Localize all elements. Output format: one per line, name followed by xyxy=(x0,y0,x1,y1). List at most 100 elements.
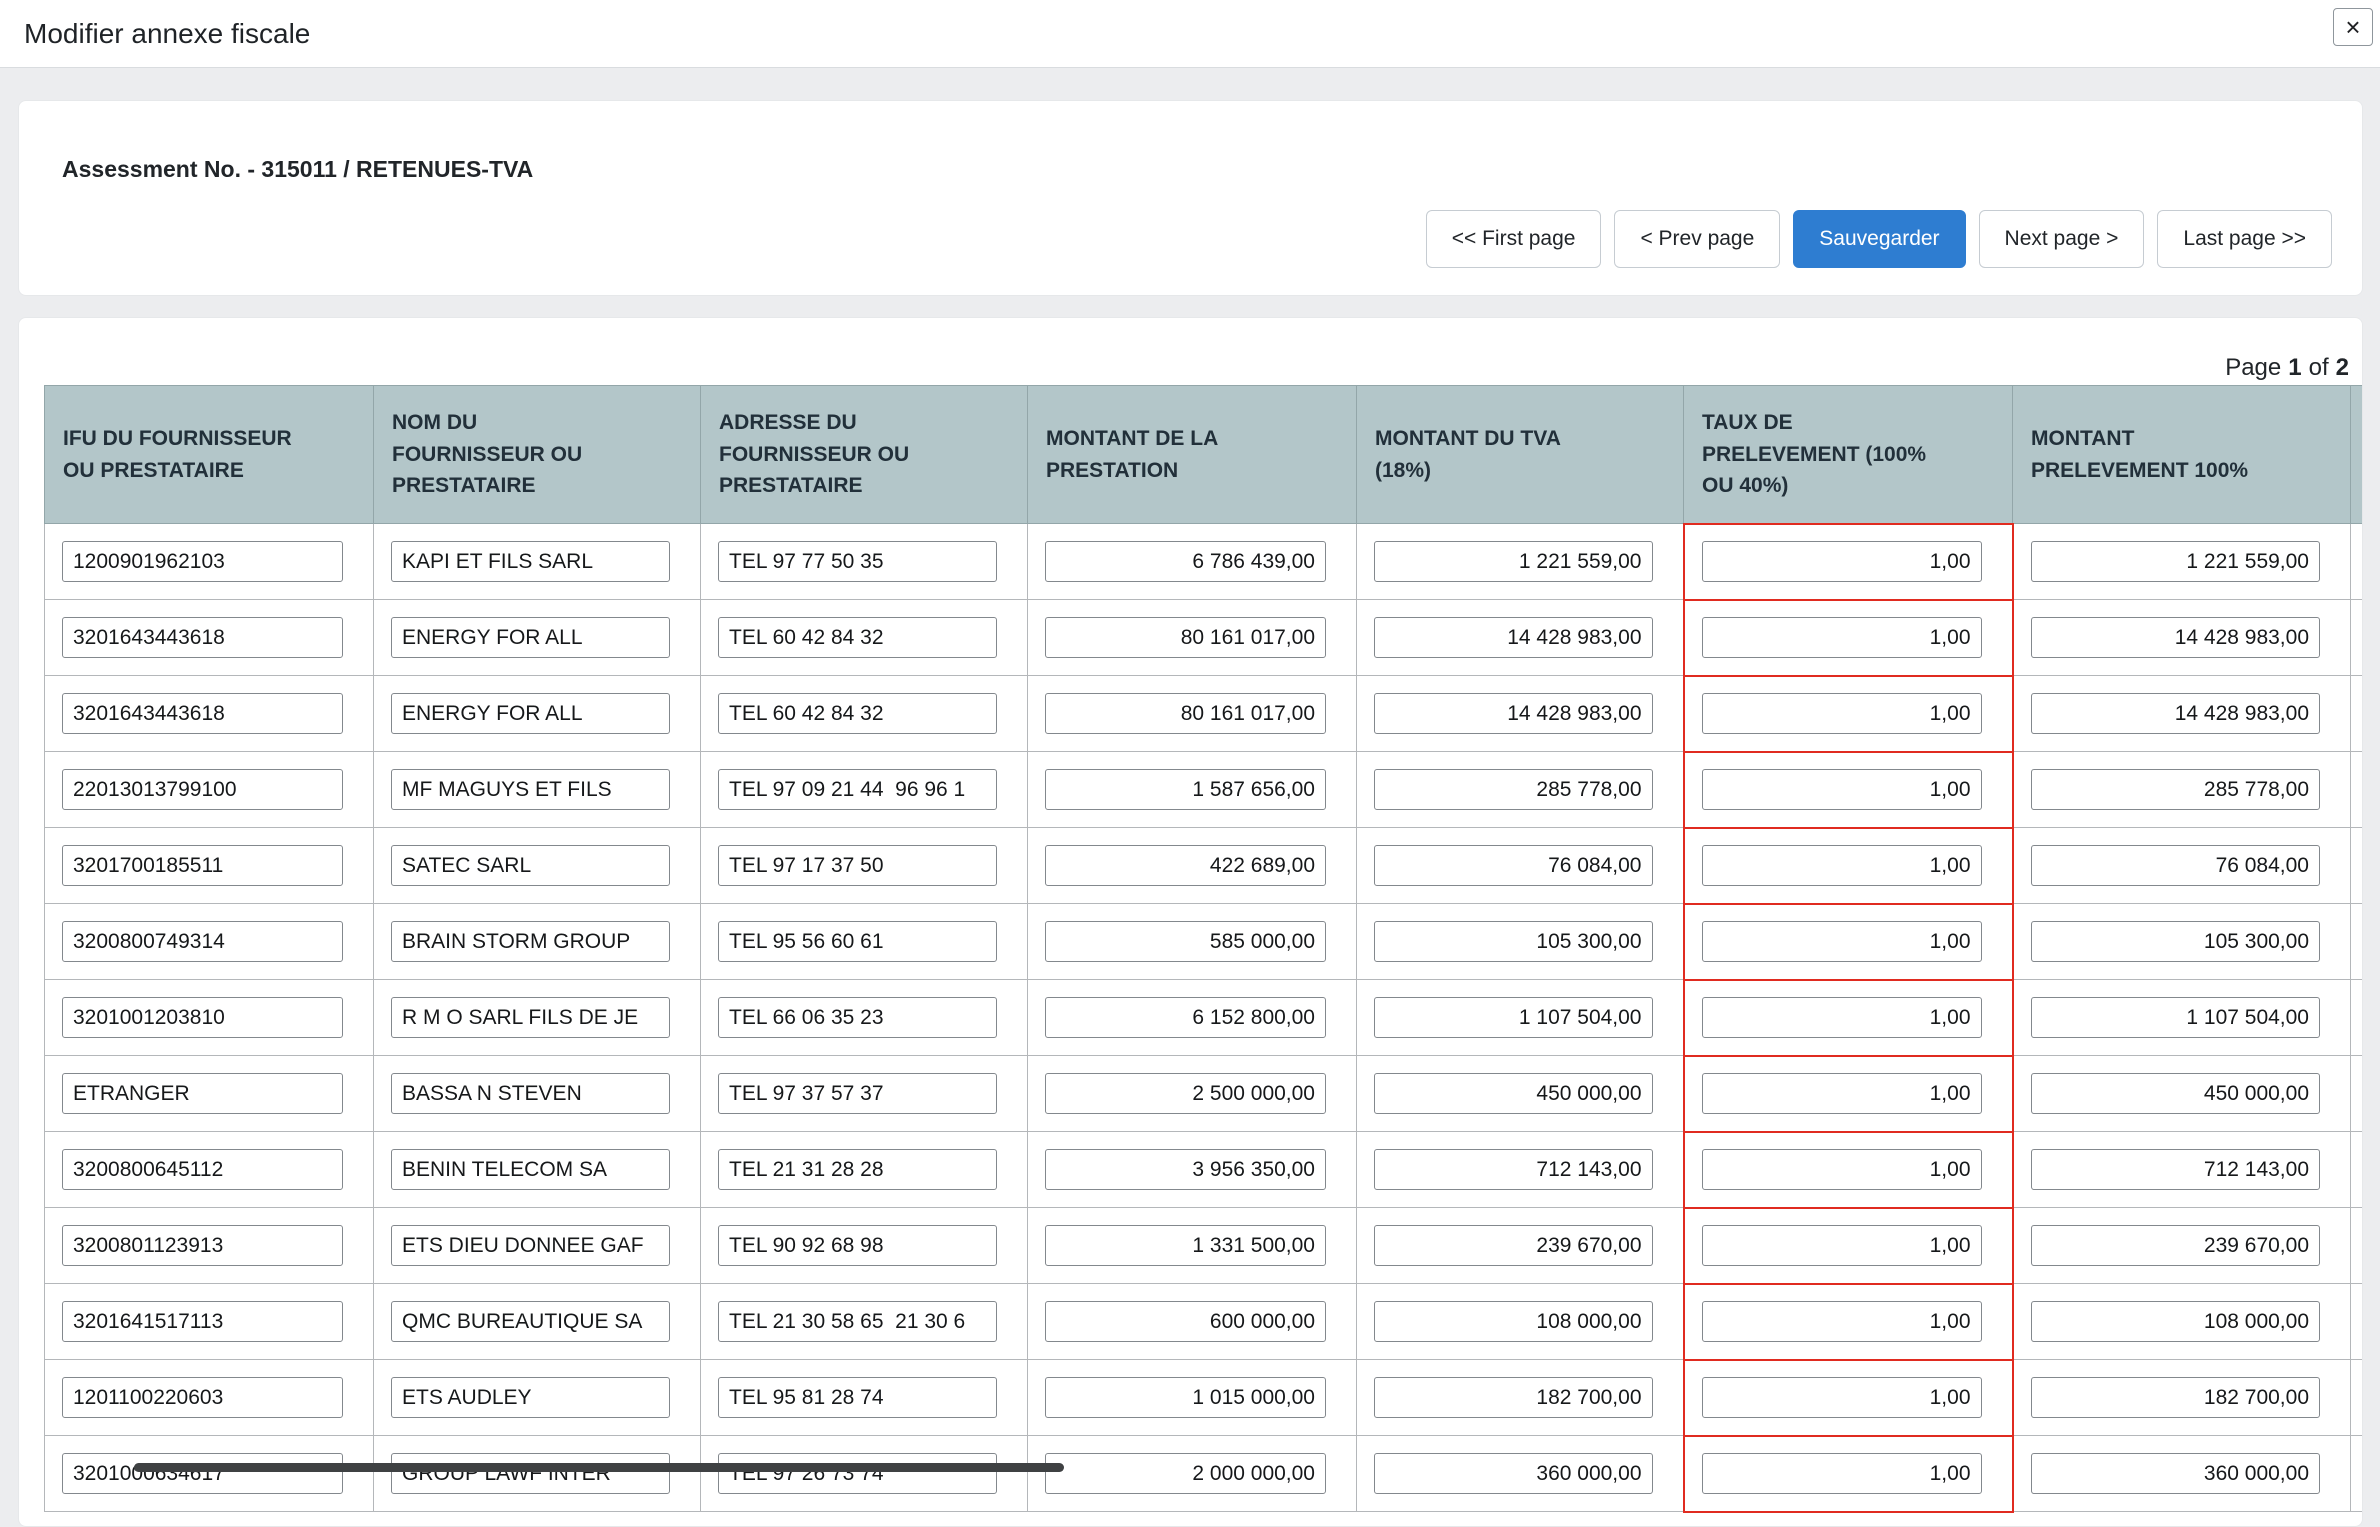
ifu-input[interactable] xyxy=(62,921,343,962)
ifu-input[interactable] xyxy=(62,617,343,658)
montant-prelevement-input[interactable] xyxy=(2031,921,2321,962)
nom-input[interactable] xyxy=(391,1073,670,1114)
adresse-input[interactable] xyxy=(718,693,997,734)
adresse-input[interactable] xyxy=(718,769,997,810)
adresse-input[interactable] xyxy=(718,1377,997,1418)
ifu-input[interactable] xyxy=(62,845,343,886)
adresse-input[interactable] xyxy=(718,997,997,1038)
montant-prelevement-input[interactable] xyxy=(2031,769,2321,810)
cell-partial xyxy=(2351,676,2363,752)
cell-partial xyxy=(2351,980,2363,1056)
montant-prestation-input[interactable] xyxy=(1045,617,1326,658)
adresse-input[interactable] xyxy=(718,1225,997,1266)
ifu-input[interactable] xyxy=(62,693,343,734)
adresse-input[interactable] xyxy=(718,1301,997,1342)
taux-prelevement-input[interactable] xyxy=(1702,997,1982,1038)
montant-prestation-input[interactable] xyxy=(1045,769,1326,810)
ifu-input[interactable] xyxy=(62,1377,343,1418)
horizontal-scrollbar-thumb[interactable] xyxy=(134,1463,1064,1472)
montant-prelevement-input[interactable] xyxy=(2031,617,2321,658)
taux-prelevement-input[interactable] xyxy=(1702,1377,1982,1418)
montant-prelevement-input[interactable] xyxy=(2031,541,2321,582)
adresse-input[interactable] xyxy=(718,541,997,582)
nom-input[interactable] xyxy=(391,1301,670,1342)
nom-input[interactable] xyxy=(391,1149,670,1190)
cell-montant-prestation xyxy=(1028,1132,1357,1208)
nom-input[interactable] xyxy=(391,769,670,810)
nom-input[interactable] xyxy=(391,997,670,1038)
montant-prestation-input[interactable] xyxy=(1045,541,1326,582)
ifu-input[interactable] xyxy=(62,1301,343,1342)
nom-input[interactable] xyxy=(391,845,670,886)
ifu-input[interactable] xyxy=(62,1149,343,1190)
montant-prestation-input[interactable] xyxy=(1045,1225,1326,1266)
montant-tva-input[interactable] xyxy=(1374,845,1653,886)
adresse-input[interactable] xyxy=(718,845,997,886)
taux-prelevement-input[interactable] xyxy=(1702,769,1982,810)
cell-ifu xyxy=(45,1284,374,1360)
montant-prestation-input[interactable] xyxy=(1045,845,1326,886)
cell-ifu xyxy=(45,752,374,828)
save-button[interactable]: Sauvegarder xyxy=(1793,210,1965,268)
montant-prelevement-input[interactable] xyxy=(2031,845,2321,886)
taux-prelevement-input[interactable] xyxy=(1702,1149,1982,1190)
montant-prelevement-input[interactable] xyxy=(2031,1073,2321,1114)
montant-prelevement-input[interactable] xyxy=(2031,997,2321,1038)
nom-input[interactable] xyxy=(391,1377,670,1418)
nom-input[interactable] xyxy=(391,1225,670,1266)
ifu-input[interactable] xyxy=(62,1225,343,1266)
first-page-button[interactable]: << First page xyxy=(1426,210,1602,268)
montant-tva-input[interactable] xyxy=(1374,1073,1653,1114)
cell-partial xyxy=(2351,752,2363,828)
ifu-input[interactable] xyxy=(62,997,343,1038)
montant-tva-input[interactable] xyxy=(1374,541,1653,582)
taux-prelevement-input[interactable] xyxy=(1702,845,1982,886)
taux-prelevement-input[interactable] xyxy=(1702,617,1982,658)
montant-prelevement-input[interactable] xyxy=(2031,1301,2321,1342)
montant-prestation-input[interactable] xyxy=(1045,1149,1326,1190)
montant-prelevement-input[interactable] xyxy=(2031,1225,2321,1266)
montant-prestation-input[interactable] xyxy=(1045,1301,1326,1342)
montant-tva-input[interactable] xyxy=(1374,693,1653,734)
montant-tva-input[interactable] xyxy=(1374,1301,1653,1342)
montant-tva-input[interactable] xyxy=(1374,921,1653,962)
montant-prestation-input[interactable] xyxy=(1045,921,1326,962)
taux-prelevement-input[interactable] xyxy=(1702,1301,1982,1342)
montant-prelevement-input[interactable] xyxy=(2031,693,2321,734)
ifu-input[interactable] xyxy=(62,1073,343,1114)
ifu-input[interactable] xyxy=(62,769,343,810)
taux-prelevement-input[interactable] xyxy=(1702,541,1982,582)
nom-input[interactable] xyxy=(391,541,670,582)
table-scroll-area[interactable]: IFU DU FOURNISSEUR OU PRESTATAIRE NOM DU… xyxy=(44,385,2362,1526)
cell-nom xyxy=(374,524,701,600)
last-page-button[interactable]: Last page >> xyxy=(2157,210,2332,268)
close-button[interactable]: × xyxy=(2333,8,2373,46)
nom-input[interactable] xyxy=(391,921,670,962)
montant-tva-input[interactable] xyxy=(1374,617,1653,658)
next-page-button[interactable]: Next page > xyxy=(1979,210,2145,268)
montant-prestation-input[interactable] xyxy=(1045,693,1326,734)
montant-tva-input[interactable] xyxy=(1374,1225,1653,1266)
montant-tva-input[interactable] xyxy=(1374,1377,1653,1418)
taux-prelevement-input[interactable] xyxy=(1702,1073,1982,1114)
col-header-montant-prelevement-100: MONTANT PRELEVEMENT 100% xyxy=(2013,386,2351,524)
montant-tva-input[interactable] xyxy=(1374,1149,1653,1190)
taux-prelevement-input[interactable] xyxy=(1702,921,1982,962)
taux-prelevement-input[interactable] xyxy=(1702,693,1982,734)
nom-input[interactable] xyxy=(391,617,670,658)
montant-tva-input[interactable] xyxy=(1374,769,1653,810)
nom-input[interactable] xyxy=(391,693,670,734)
adresse-input[interactable] xyxy=(718,1149,997,1190)
ifu-input[interactable] xyxy=(62,541,343,582)
montant-prelevement-input[interactable] xyxy=(2031,1377,2321,1418)
montant-prelevement-input[interactable] xyxy=(2031,1149,2321,1190)
adresse-input[interactable] xyxy=(718,921,997,962)
montant-prestation-input[interactable] xyxy=(1045,997,1326,1038)
montant-prestation-input[interactable] xyxy=(1045,1377,1326,1418)
prev-page-button[interactable]: < Prev page xyxy=(1614,210,1780,268)
adresse-input[interactable] xyxy=(718,1073,997,1114)
montant-tva-input[interactable] xyxy=(1374,997,1653,1038)
taux-prelevement-input[interactable] xyxy=(1702,1225,1982,1266)
montant-prestation-input[interactable] xyxy=(1045,1073,1326,1114)
adresse-input[interactable] xyxy=(718,617,997,658)
